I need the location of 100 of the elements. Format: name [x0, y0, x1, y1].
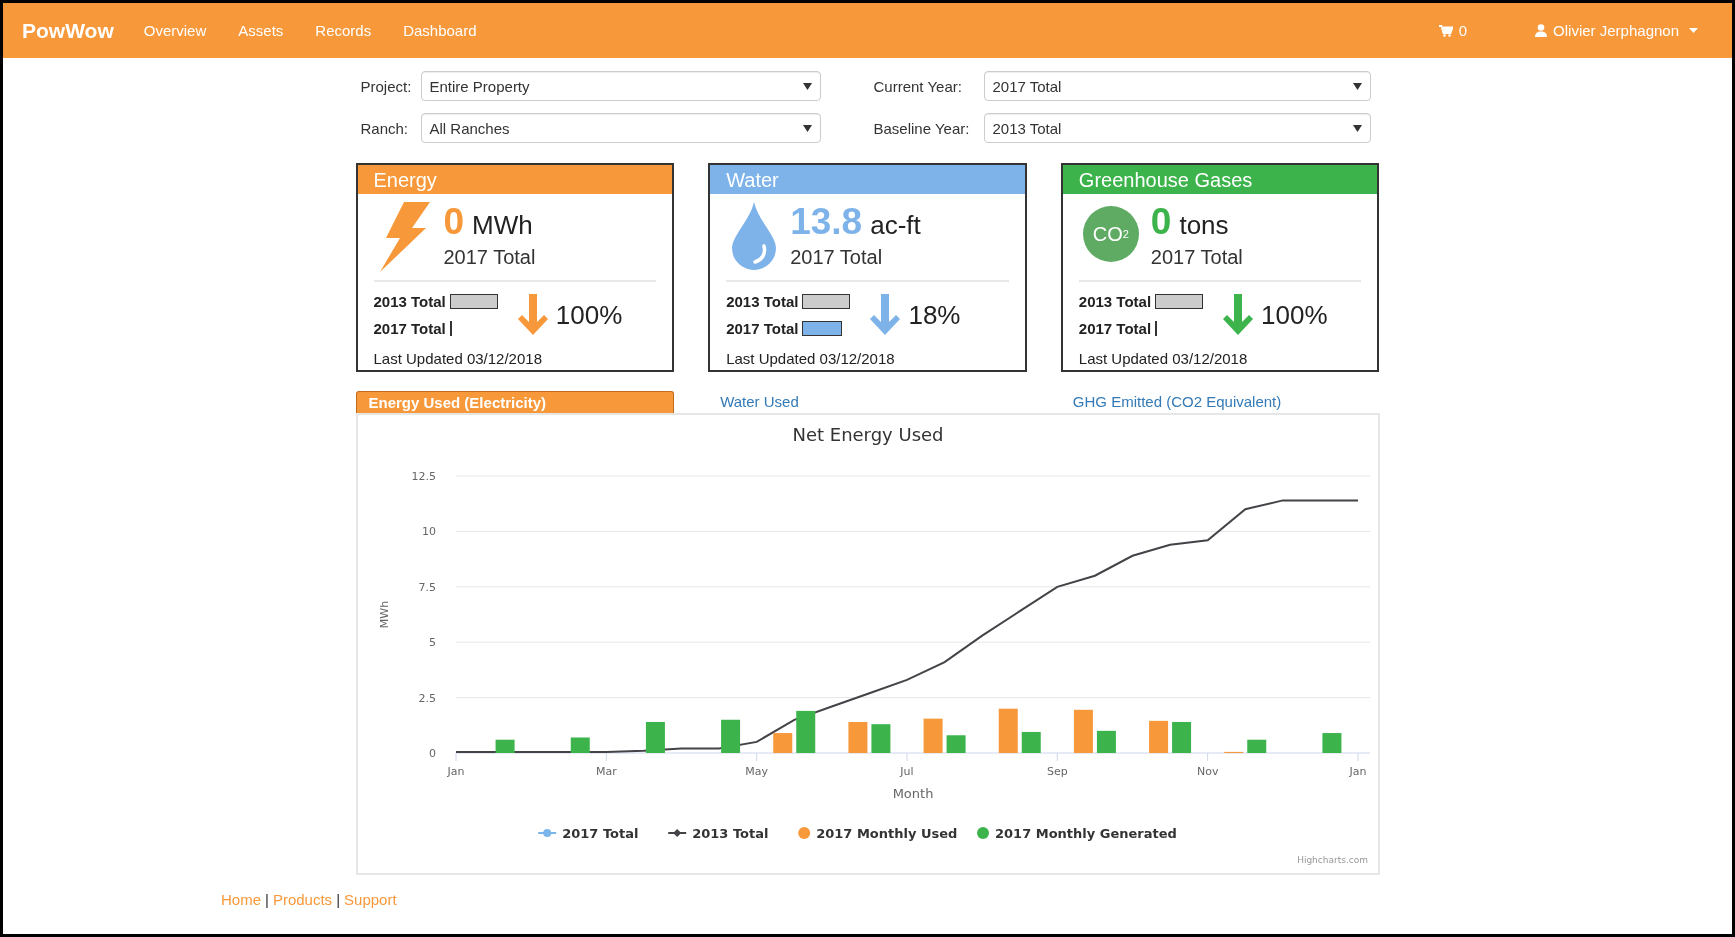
tick-label: 10	[421, 525, 436, 539]
down-arrow-icon	[1223, 294, 1254, 336]
period-label: 2017 Total	[1150, 246, 1243, 269]
tick-label: Jan	[447, 765, 464, 778]
chart-tab[interactable]: Water Used	[708, 391, 1027, 413]
comparison-bar	[449, 294, 498, 309]
caret-icon	[1352, 124, 1362, 132]
bar	[772, 733, 792, 753]
footer-link[interactable]: Products	[272, 891, 333, 908]
user-menu[interactable]: Olivier Jerphagnon	[1519, 22, 1714, 39]
separator: |	[336, 891, 341, 908]
comparison-label: 2013 Total	[726, 293, 799, 310]
water-drop-icon	[730, 202, 779, 270]
tick-label: 12.5	[411, 470, 436, 483]
tick-label: 7.5	[418, 580, 436, 594]
legend-label: 2017 Total	[561, 826, 638, 841]
tick-label: Sep	[1046, 765, 1068, 778]
card-header: Greenhouse Gases	[1062, 165, 1378, 194]
bar	[495, 739, 515, 753]
bar	[870, 724, 890, 753]
separator: |	[265, 891, 269, 908]
bar	[1321, 733, 1341, 753]
cart-link[interactable]: 0	[1422, 22, 1484, 39]
change-percent: 18%	[908, 299, 961, 331]
bar	[946, 735, 966, 753]
footer-link[interactable]: Home	[221, 891, 261, 908]
nav-link[interactable]: Records	[299, 22, 388, 39]
cart-count: 0	[1458, 22, 1468, 39]
last-updated: Last Updated 03/12/2018	[372, 349, 543, 367]
dropdown[interactable]: Entire Property	[420, 71, 821, 101]
comparison-label: 2017 Total	[726, 320, 799, 337]
bar	[1171, 722, 1191, 753]
footer-link[interactable]: Support	[344, 891, 397, 908]
nav-link[interactable]: Overview	[127, 22, 223, 39]
caret-icon	[1352, 82, 1362, 90]
caret-icon	[802, 124, 812, 132]
metric-value: 13.8	[790, 202, 863, 242]
bar	[645, 722, 665, 753]
nav-link[interactable]: Dashboard	[387, 22, 493, 39]
credit-link[interactable]: Highcharts.com	[1296, 855, 1368, 865]
comparison-label: 2017 Total	[1078, 320, 1152, 337]
period-label: 2017 Total	[443, 246, 536, 269]
change-percent: 100%	[555, 299, 623, 331]
chart-tab[interactable]: GHG Emitted (CO2 Equivalent)	[1060, 391, 1380, 413]
last-updated: Last Updated 03/12/2018	[1077, 349, 1249, 367]
comparison-bar	[802, 294, 851, 309]
bar	[795, 710, 815, 753]
bar	[847, 722, 867, 753]
lightning-icon	[377, 202, 432, 272]
legend-item[interactable]: 2017 Monthly Used	[797, 826, 957, 841]
tick-label: Mar	[595, 765, 617, 778]
dropdown[interactable]: All Ranches	[420, 113, 821, 143]
chart-tab[interactable]: Energy Used (Electricity)	[355, 391, 675, 413]
tick-label: 0	[428, 747, 436, 760]
card-header: Energy	[357, 165, 673, 194]
card-header: Water	[710, 165, 1025, 194]
chart-title: Net Energy Used	[791, 424, 944, 445]
bar	[1073, 709, 1093, 753]
change-percent: 100%	[1261, 299, 1328, 331]
comparison-bar	[802, 321, 843, 336]
field-label: Ranch:	[360, 119, 410, 137]
field-label: Current Year:	[873, 77, 963, 95]
comparison-label: 2017 Total	[373, 320, 446, 337]
legend-item[interactable]: 2017 Total	[536, 826, 638, 841]
last-updated: Last Updated 03/12/2018	[725, 349, 896, 367]
bar	[1148, 720, 1168, 753]
bar	[570, 737, 590, 753]
comparison-bar	[1155, 321, 1158, 336]
down-arrow-icon	[870, 294, 901, 336]
caret-icon	[1689, 27, 1698, 34]
caret-icon	[802, 82, 812, 90]
legend-item[interactable]: 2013 Total	[666, 826, 768, 841]
metric-value: 0	[1150, 202, 1172, 242]
tick-label: Jan	[1349, 765, 1366, 778]
comparison-label: 2013 Total	[373, 293, 446, 310]
bar	[1021, 731, 1041, 753]
down-arrow-icon	[517, 294, 548, 336]
period-label: 2017 Total	[790, 246, 884, 269]
field-label: Project:	[360, 77, 413, 95]
legend-label: 2013 Total	[691, 826, 768, 841]
nav-link[interactable]: Assets	[222, 22, 300, 39]
metric-unit: ac-ft	[870, 210, 921, 241]
legend-item[interactable]: 2017 Monthly Generated	[976, 826, 1177, 841]
comparison-bar	[449, 321, 452, 336]
metric-unit: tons	[1179, 210, 1229, 241]
axis-title: MWh	[377, 600, 391, 629]
tick-label: 5	[428, 636, 436, 650]
bar	[1096, 730, 1116, 753]
comparison-bar	[1155, 294, 1204, 309]
tick-label: May	[744, 765, 768, 778]
comparison-label: 2013 Total	[1078, 293, 1152, 310]
brand-logo[interactable]: PowWow	[22, 18, 114, 43]
bar	[998, 708, 1018, 753]
cart-icon	[1438, 24, 1453, 37]
bar	[923, 718, 943, 753]
field-label: Baseline Year:	[873, 119, 971, 137]
dropdown[interactable]: 2013 Total	[983, 113, 1371, 143]
tick-label: Nov	[1196, 765, 1218, 778]
dropdown[interactable]: 2017 Total	[983, 71, 1371, 101]
user-icon	[1535, 24, 1548, 37]
